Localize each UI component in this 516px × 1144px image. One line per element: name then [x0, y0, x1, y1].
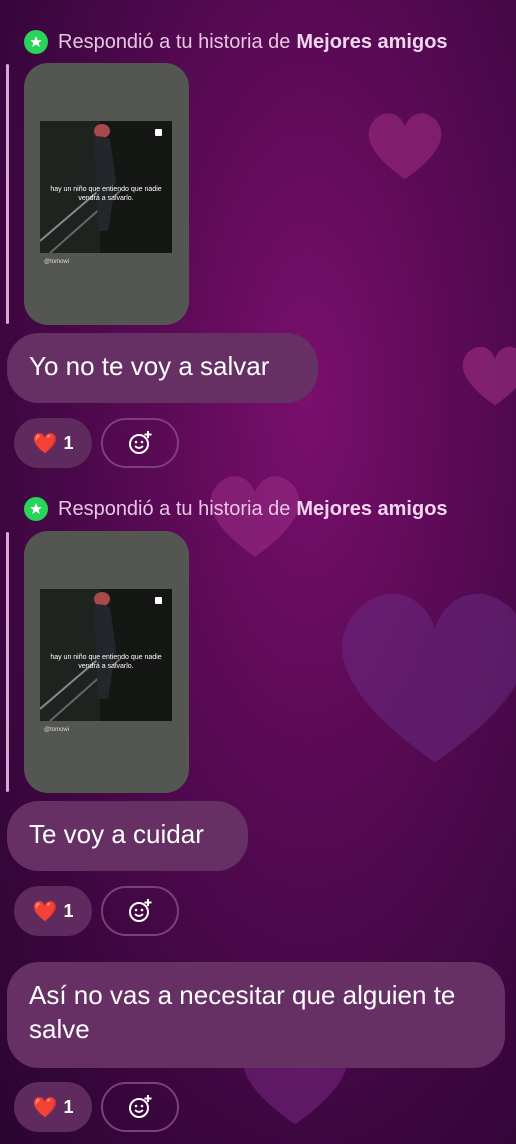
close-friends-label: Mejores amigos: [296, 30, 448, 53]
reply-prefix: Respondió a tu historia de: [58, 497, 291, 520]
add-reaction-icon: [129, 1095, 152, 1118]
reply-indicator-line: [6, 532, 9, 792]
story-preview-card[interactable]: hay un niño que entiendo que nadie vendr…: [24, 63, 189, 325]
add-reaction-button[interactable]: [101, 886, 179, 936]
story-caption: hay un niño que entiendo que nadie vendr…: [50, 654, 162, 670]
story-preview-card[interactable]: hay un niño que entiendo que nadie vendr…: [24, 531, 189, 793]
message-bubble[interactable]: Te voy a cuidar: [7, 801, 248, 871]
message-bubble[interactable]: Yo no te voy a salvar: [7, 333, 318, 403]
reaction-count: 1: [63, 432, 74, 453]
background-heart: [368, 113, 442, 180]
reaction-pill[interactable]: ❤️ 1: [14, 886, 92, 936]
story-reply-header: Respondió a tu historia de Mejores amigos: [24, 497, 448, 521]
story-marker-icon: [155, 597, 162, 604]
reaction-pill[interactable]: ❤️ 1: [14, 418, 92, 468]
story-caption: hay un niño que entiendo que nadie vendr…: [50, 186, 162, 202]
star-icon: [24, 30, 48, 54]
story-thumbnail: hay un niño que entiendo que nadie vendr…: [40, 589, 172, 721]
story-marker-icon: [155, 129, 162, 136]
message-text: Te voy a cuidar: [29, 819, 204, 849]
reply-indicator-line: [6, 64, 9, 324]
message-text: Así no vas a necesitar que alguien te sa…: [29, 980, 456, 1044]
heart-icon: ❤️: [32, 432, 58, 455]
heart-icon: ❤️: [32, 1096, 58, 1119]
story-handle: @tomowi: [44, 259, 70, 265]
heart-icon: ❤️: [32, 900, 58, 923]
add-reaction-button[interactable]: [101, 1082, 179, 1132]
message-text: Yo no te voy a salvar: [29, 351, 270, 381]
add-reaction-button[interactable]: [101, 418, 179, 468]
message-bubble[interactable]: Así no vas a necesitar que alguien te sa…: [7, 962, 505, 1068]
story-reply-header: Respondió a tu historia de Mejores amigos: [24, 30, 448, 54]
reaction-count: 1: [63, 1096, 74, 1117]
background-heart: [342, 593, 516, 763]
story-handle: @tomowi: [44, 727, 70, 733]
reaction-count: 1: [63, 900, 74, 921]
background-heart: [462, 346, 516, 406]
add-reaction-icon: [129, 899, 152, 922]
reply-prefix: Respondió a tu historia de: [58, 30, 291, 53]
star-icon: [24, 497, 48, 521]
story-thumbnail: hay un niño que entiendo que nadie vendr…: [40, 121, 172, 253]
add-reaction-icon: [129, 431, 152, 454]
close-friends-label: Mejores amigos: [296, 497, 448, 520]
reaction-pill[interactable]: ❤️ 1: [14, 1082, 92, 1132]
